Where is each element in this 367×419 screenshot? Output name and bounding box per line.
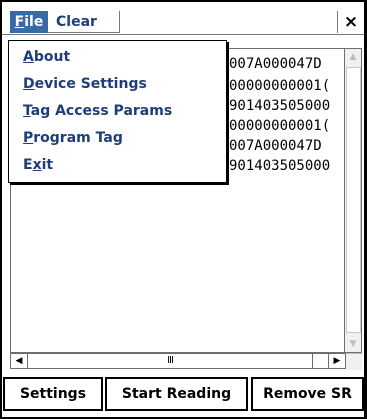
menu-item-label: evice Settings (34, 76, 147, 92)
file-menu-dropdown: About Device Settings Tag Access Params … (8, 40, 227, 183)
close-button[interactable]: × (337, 11, 364, 33)
menu-item-label: bout (33, 49, 71, 65)
menu-item-label: E (23, 157, 33, 173)
menu-item-device-settings[interactable]: Device Settings (9, 72, 226, 96)
menu-item-program-tag[interactable]: Program Tag (9, 126, 226, 150)
scroll-down-icon[interactable]: ▼ (345, 336, 361, 352)
menu-file-label: ile (24, 14, 44, 30)
list-item[interactable]: 901403505000 (229, 157, 361, 175)
menu-item-mnemonic: A (23, 49, 34, 65)
menu-item-label: it (41, 157, 54, 173)
menu-bar: File Clear × (2, 2, 364, 34)
horizontal-scroll-thumb[interactable]: III (28, 354, 313, 368)
menu-item-mnemonic: D (23, 76, 35, 92)
list-item[interactable]: 007A000047D (229, 55, 361, 73)
list-item[interactable]: 007A000047D (229, 137, 361, 155)
menu-clear[interactable]: Clear (48, 11, 120, 33)
list-item[interactable]: 00000000001( (229, 117, 361, 135)
list-item[interactable]: 00000000001( (229, 77, 361, 95)
menu-item-about[interactable]: About (9, 45, 226, 69)
menu-item-tag-access-params[interactable]: Tag Access Params (9, 99, 226, 123)
scroll-corner (346, 353, 362, 370)
scroll-up-icon[interactable]: ▲ (345, 49, 361, 65)
start-reading-button[interactable]: Start Reading (105, 377, 248, 411)
settings-button[interactable]: Settings (3, 377, 103, 411)
menu-file-mnemonic: F (14, 14, 25, 30)
menu-item-mnemonic: T (23, 103, 31, 119)
menu-item-label: rogram Tag (33, 130, 123, 146)
menu-item-mnemonic: x (32, 157, 42, 173)
menu-item-exit[interactable]: Exit (9, 153, 226, 177)
menu-item-label: ag Access Params (30, 103, 173, 119)
scroll-right-icon[interactable]: ▶ (328, 354, 345, 368)
vertical-scroll-thumb[interactable] (346, 67, 361, 333)
menu-item-mnemonic: P (23, 130, 34, 146)
remove-sr-button[interactable]: Remove SR (251, 377, 364, 411)
horizontal-scrollbar[interactable]: ◀ III ▶ (10, 353, 346, 369)
horizontal-scroll-track[interactable] (313, 354, 329, 368)
vertical-scrollbar[interactable]: ▲ ▼ (344, 49, 361, 352)
list-item[interactable]: 901403505000 (229, 97, 361, 115)
menubar-divider (2, 34, 364, 35)
menu-file[interactable]: File (10, 11, 48, 33)
scroll-left-icon[interactable]: ◀ (11, 354, 28, 368)
